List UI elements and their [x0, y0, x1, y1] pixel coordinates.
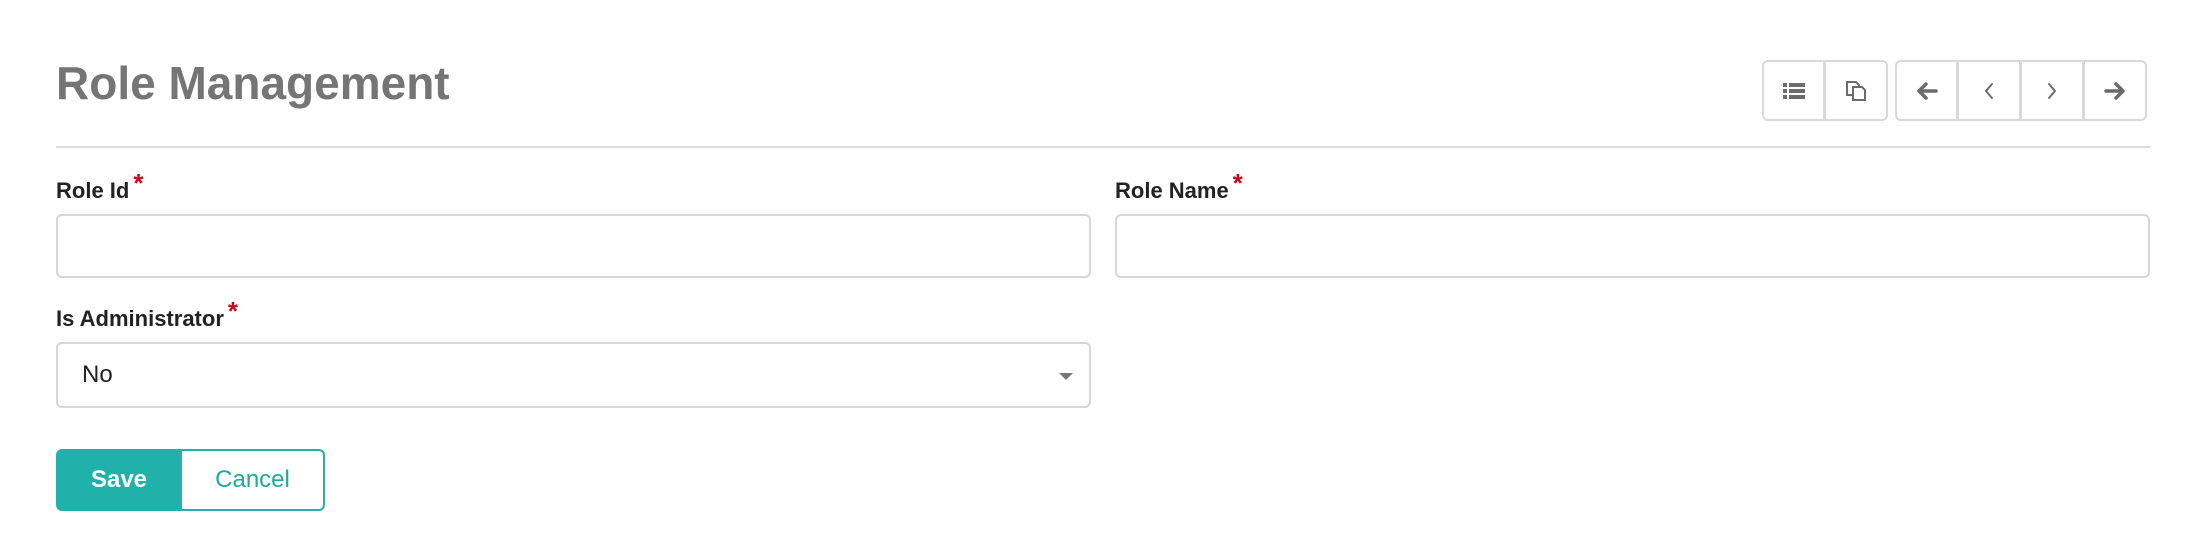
save-button[interactable]: Save — [56, 449, 182, 511]
record-navigation — [1895, 60, 2147, 121]
copy-icon — [1844, 79, 1868, 103]
is-administrator-select[interactable]: No — [56, 342, 1091, 408]
chevron-right-icon — [2046, 82, 2058, 100]
arrow-right-icon — [2104, 81, 2126, 101]
arrow-left-icon — [1916, 81, 1938, 101]
list-view-button[interactable] — [1762, 60, 1825, 121]
role-name-label: Role Name * — [1115, 170, 1243, 204]
role-id-input[interactable] — [56, 214, 1091, 278]
role-id-label: Role Id * — [56, 170, 143, 204]
page: Role Management Role Id * Role Name * Is… — [0, 0, 2206, 560]
required-marker: * — [227, 296, 239, 326]
required-marker: * — [1232, 168, 1243, 198]
is-administrator-selected-value: No — [82, 361, 113, 388]
view-toolbar — [1762, 60, 1888, 121]
chevron-left-icon — [1983, 82, 1995, 100]
header-divider — [56, 146, 2150, 148]
list-icon — [1782, 82, 1805, 100]
is-administrator-label: Is Administrator * — [56, 298, 238, 332]
caret-down-icon — [1059, 373, 1073, 380]
is-administrator-label-text: Is Administrator — [56, 306, 224, 331]
next-record-button[interactable] — [2021, 60, 2084, 121]
role-name-input[interactable] — [1115, 214, 2150, 278]
page-title: Role Management — [56, 57, 450, 109]
role-name-label-text: Role Name — [1115, 178, 1229, 203]
last-record-button[interactable] — [2084, 60, 2147, 121]
copy-button[interactable] — [1825, 60, 1888, 121]
cancel-button[interactable]: Cancel — [182, 449, 325, 511]
first-record-button[interactable] — [1895, 60, 1958, 121]
form-actions: Save Cancel — [56, 449, 325, 511]
required-marker: * — [133, 168, 144, 198]
role-id-label-text: Role Id — [56, 178, 130, 203]
previous-record-button[interactable] — [1958, 60, 2021, 121]
